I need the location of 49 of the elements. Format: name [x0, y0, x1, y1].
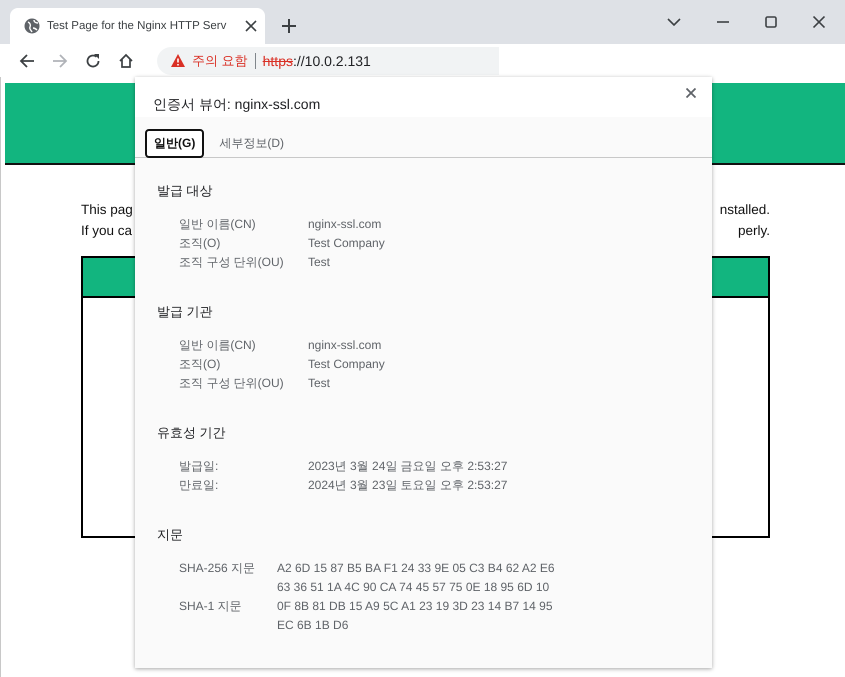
field-label: 조직 구성 단위(OU)	[179, 254, 285, 271]
plus-icon[interactable]	[282, 19, 296, 33]
field-value: 0F 8B 81 DB 15 A9 5C A1 23 19 3D 23 14 B7 14 95	[277, 598, 554, 615]
minimize-icon[interactable]	[717, 21, 729, 23]
section-heading: 유효성 기간	[157, 424, 227, 442]
maximize-icon[interactable]	[765, 16, 777, 28]
address-bar[interactable]: 주의 요함 https://10.0.2.131	[157, 46, 499, 74]
globe-icon	[24, 18, 40, 34]
dialog-tab[interactable]: 일반(G)	[145, 129, 204, 158]
field-label: SHA-1 지문	[179, 598, 243, 615]
body-text: If you ca	[81, 222, 132, 240]
field-value: A2 6D 15 87 B5 BA F1 24 33 9E 05 C3 B4 62 A2 E6	[277, 560, 556, 577]
field-value: EC 6B 1B D6	[277, 617, 350, 634]
reload-icon[interactable]	[85, 52, 101, 68]
warning-icon	[171, 54, 185, 67]
dialog-title: 인증서 뷰어: nginx-ssl.com	[153, 95, 320, 114]
home-icon[interactable]	[118, 52, 134, 68]
body-text: This pag	[81, 201, 133, 219]
field-label: 일반 이름(CN)	[179, 216, 257, 233]
close-icon[interactable]	[813, 16, 825, 28]
field-label: SHA-256 지문	[179, 560, 256, 577]
field-value: 63 36 51 1A 4C 90 CA 74 45 57 75 0E 18 95 6D 10	[277, 579, 550, 596]
browser-tab[interactable]: Test Page for the Nginx HTTP Serv	[10, 8, 265, 44]
dialog-tab[interactable]: 세부정보(D)	[210, 129, 293, 158]
field-label: 발급일:	[179, 458, 220, 475]
security-warning[interactable]: 주의 요함	[192, 52, 248, 70]
field-value: nginx-ssl.com	[308, 216, 382, 233]
field-label: 만료일:	[179, 477, 220, 494]
chevron-down-icon[interactable]	[667, 18, 681, 26]
field-label: 조직(O)	[179, 235, 222, 252]
field-value: 2024년 3월 23일 토요일 오후 2:53:27	[308, 477, 508, 494]
field-value: Test Company	[308, 356, 386, 373]
field-value: nginx-ssl.com	[308, 337, 382, 354]
back-arrow-icon[interactable]	[19, 54, 35, 68]
field-value: Test	[308, 375, 332, 392]
url-text: https://10.0.2.131	[262, 52, 371, 68]
field-label: 조직(O)	[179, 356, 222, 373]
field-value: Test	[308, 254, 332, 271]
field-value: Test Company	[308, 235, 386, 252]
field-label: 일반 이름(CN)	[179, 337, 257, 354]
field-value: 2023년 3월 24일 금요일 오후 2:53:27	[308, 458, 508, 475]
body-text: perly.	[738, 222, 770, 240]
section-heading: 발급 대상	[157, 182, 214, 200]
body-text: nstalled.	[720, 201, 770, 219]
close-icon[interactable]	[686, 88, 696, 98]
section-heading: 지문	[157, 526, 184, 544]
field-label: 조직 구성 단위(OU)	[179, 375, 285, 392]
section-heading: 발급 기관	[157, 303, 214, 321]
close-icon[interactable]	[245, 20, 257, 32]
